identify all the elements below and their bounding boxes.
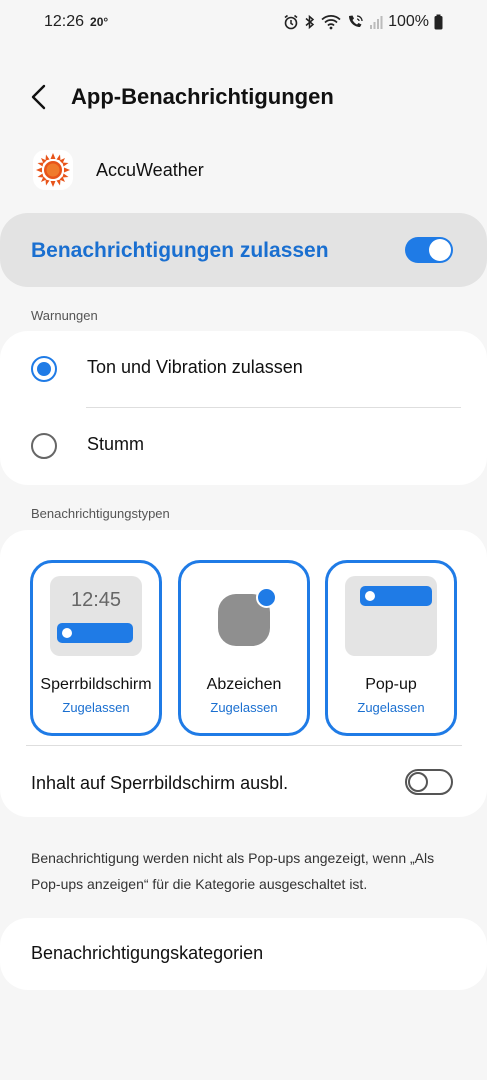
warnings-card: Ton und Vibration zulassen Stumm [0,331,487,485]
status-temperature: 20° [90,15,109,29]
bluetooth-icon [304,14,316,30]
popup-preview [345,576,437,656]
type-status: Zugelassen [62,700,130,715]
type-title: Pop-up [365,676,417,693]
wifi-call-icon [346,14,364,30]
warning-option-silent[interactable]: Stumm [0,408,487,484]
signal-icon [369,14,383,30]
popup-notification-bar [360,586,432,606]
sun-icon [33,150,73,190]
status-right: 100% [283,13,443,31]
type-popup[interactable]: Pop-up Zugelassen [325,560,457,736]
lock-screen-notification-bar [57,623,133,643]
page-title: App-Benachrichtigungen [71,84,334,109]
notification-categories-label: Benachrichtigungskategorien [31,943,264,963]
status-time: 12:26 [44,13,85,30]
warning-option-label: Stumm [87,434,145,454]
status-left: 12:26 20° [44,13,108,31]
hide-content-row[interactable]: Inhalt auf Sperrbildschirm ausbl. [0,746,487,816]
status-bar: 12:26 20° 100% [0,0,487,44]
app-name: AccuWeather [96,160,204,180]
header: App-Benachrichtigungen [0,72,487,122]
hide-content-label: Inhalt auf Sperrbildschirm ausbl. [31,773,289,793]
type-status: Zugelassen [210,700,278,715]
type-status: Zugelassen [357,700,425,715]
radio-button-unselected[interactable] [31,433,57,459]
toggle-knob [429,239,451,261]
notification-dot [365,591,375,601]
notification-categories-row[interactable]: Benachrichtigungskategorien [0,918,487,990]
notification-dot [62,628,72,638]
battery-icon [434,14,443,30]
notification-types-card: 12:45 Sperrbildschirm Zugelassen Abzeich… [0,530,487,817]
allow-notifications-toggle[interactable] [405,237,453,263]
warning-option-label: Ton und Vibration zulassen [87,357,303,377]
warnings-section-label: Warnungen [31,308,98,323]
hide-content-toggle[interactable] [405,769,453,795]
wifi-icon [321,14,341,30]
type-lock-screen[interactable]: 12:45 Sperrbildschirm Zugelassen [30,560,162,736]
notification-types-section-label: Benachrichtigungstypen [31,506,170,521]
back-arrow-icon [31,84,46,110]
radio-button-selected[interactable] [31,356,57,382]
battery-percent: 100% [388,13,429,30]
allow-notifications-label: Benachrichtigungen zulassen [31,239,329,262]
lock-screen-preview-time: 12:45 [70,589,122,611]
alarm-icon [283,14,299,30]
badge-dot [256,587,277,608]
type-title: Abzeichen [206,676,282,693]
type-badge[interactable]: Abzeichen Zugelassen [178,560,310,736]
info-text: Benachrichtigung werden nicht als Pop-up… [31,850,435,892]
toggle-knob [408,772,428,792]
back-button[interactable] [22,80,56,114]
type-title: Sperrbildschirm [40,676,152,693]
allow-notifications-row[interactable]: Benachrichtigungen zulassen [0,213,487,287]
warning-option-sound-vibration[interactable]: Ton und Vibration zulassen [0,331,487,407]
app-row: AccuWeather [0,146,487,194]
lock-screen-preview: 12:45 [50,576,142,656]
